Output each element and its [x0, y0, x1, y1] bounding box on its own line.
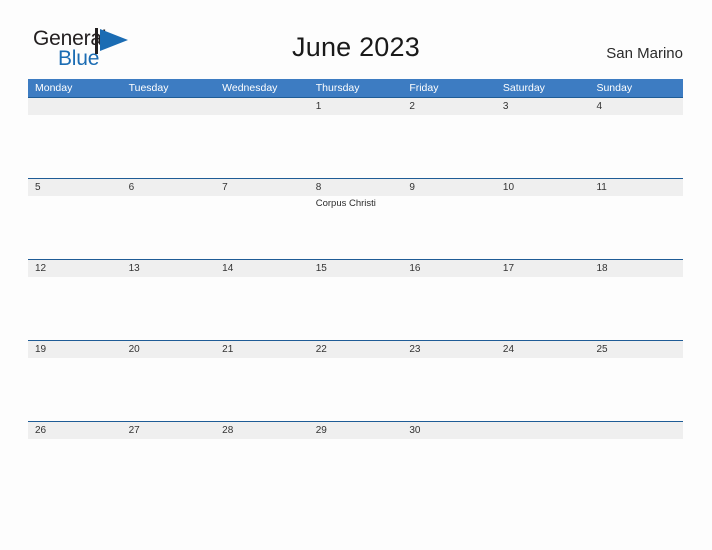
- day-cell[interactable]: [589, 196, 683, 260]
- day-cell[interactable]: [402, 115, 496, 179]
- day-number[interactable]: [122, 98, 216, 115]
- day-cell[interactable]: [309, 358, 403, 422]
- day-cell[interactable]: [589, 358, 683, 422]
- day-cell[interactable]: [28, 358, 122, 422]
- weekday-header-thursday: Thursday: [315, 82, 360, 94]
- day-cell[interactable]: [309, 115, 403, 179]
- day-cell[interactable]: [28, 277, 122, 341]
- page-title: June 2023: [292, 32, 420, 62]
- day-number-band: 5 6 7 8 9 10 11: [28, 178, 683, 196]
- day-number[interactable]: 23: [402, 341, 496, 358]
- day-number[interactable]: 28: [215, 422, 309, 439]
- day-number[interactable]: 4: [589, 98, 683, 115]
- day-cell[interactable]: [589, 115, 683, 179]
- day-number-band: 12 13 14 15 16 17 18: [28, 259, 683, 277]
- calendar-week-row: 1 2 3 4: [28, 97, 683, 179]
- weekday-header-saturday: Saturday: [502, 82, 545, 94]
- weekday-header-tuesday: Tuesday: [128, 82, 169, 94]
- day-number[interactable]: 15: [309, 260, 403, 277]
- day-number[interactable]: [215, 98, 309, 115]
- day-number[interactable]: 9: [402, 179, 496, 196]
- day-content-row: [28, 277, 683, 341]
- day-number[interactable]: 14: [215, 260, 309, 277]
- day-cell[interactable]: [496, 277, 590, 341]
- weekday-header-row: Monday Tuesday Wednesday Thursday Friday…: [28, 79, 683, 97]
- day-number[interactable]: 12: [28, 260, 122, 277]
- weekday-header-friday: Friday: [409, 82, 439, 94]
- day-number[interactable]: 10: [496, 179, 590, 196]
- day-cell[interactable]: [589, 439, 683, 503]
- day-cell[interactable]: [215, 439, 309, 503]
- day-number[interactable]: 29: [309, 422, 403, 439]
- day-cell[interactable]: [589, 277, 683, 341]
- day-cell[interactable]: [122, 277, 216, 341]
- day-number[interactable]: [28, 98, 122, 115]
- day-cell[interactable]: [402, 439, 496, 503]
- day-cell[interactable]: [28, 115, 122, 179]
- day-cell[interactable]: [28, 439, 122, 503]
- day-number-band: 1 2 3 4: [28, 97, 683, 115]
- day-cell[interactable]: [215, 115, 309, 179]
- day-cell[interactable]: [122, 358, 216, 422]
- day-number[interactable]: 22: [309, 341, 403, 358]
- day-number[interactable]: 16: [402, 260, 496, 277]
- day-cell[interactable]: [309, 439, 403, 503]
- day-number[interactable]: 6: [122, 179, 216, 196]
- day-number[interactable]: 5: [28, 179, 122, 196]
- day-content-row: [28, 439, 683, 503]
- day-number[interactable]: 24: [496, 341, 590, 358]
- day-cell[interactable]: [309, 277, 403, 341]
- day-cell[interactable]: [215, 358, 309, 422]
- day-number[interactable]: [496, 422, 590, 439]
- calendar-week-row: 19 20 21 22 23 24 25: [28, 340, 683, 422]
- page-header: General Blue June 2023 San Marino: [0, 0, 712, 69]
- day-number[interactable]: 30: [402, 422, 496, 439]
- weekday-header-sunday: Sunday: [596, 82, 633, 94]
- day-cell[interactable]: [496, 358, 590, 422]
- day-cell[interactable]: [122, 196, 216, 260]
- day-number[interactable]: 18: [589, 260, 683, 277]
- day-cell[interactable]: [402, 196, 496, 260]
- day-cell[interactable]: [215, 196, 309, 260]
- day-cell[interactable]: [402, 358, 496, 422]
- calendar-week-row: 12 13 14 15 16 17 18: [28, 259, 683, 341]
- day-number[interactable]: 20: [122, 341, 216, 358]
- calendar-week-row: 5 6 7 8 9 10 11 Corpus Christi: [28, 178, 683, 260]
- day-number[interactable]: 13: [122, 260, 216, 277]
- day-event-label: Corpus Christi: [315, 198, 376, 209]
- day-number[interactable]: 26: [28, 422, 122, 439]
- day-number[interactable]: 11: [589, 179, 683, 196]
- day-number[interactable]: 3: [496, 98, 590, 115]
- day-number[interactable]: 2: [402, 98, 496, 115]
- calendar-week-row: 26 27 28 29 30: [28, 421, 683, 503]
- day-cell[interactable]: [496, 196, 590, 260]
- day-number[interactable]: [589, 422, 683, 439]
- day-cell[interactable]: [496, 115, 590, 179]
- day-number[interactable]: 1: [309, 98, 403, 115]
- day-cell[interactable]: [122, 115, 216, 179]
- day-number[interactable]: 7: [215, 179, 309, 196]
- day-number[interactable]: 17: [496, 260, 590, 277]
- weekday-header-wednesday: Wednesday: [222, 82, 278, 94]
- weekday-header-monday: Monday: [35, 82, 73, 94]
- day-cell[interactable]: [122, 439, 216, 503]
- day-cell[interactable]: [402, 277, 496, 341]
- day-cell[interactable]: [496, 439, 590, 503]
- calendar-grid: Monday Tuesday Wednesday Thursday Friday…: [28, 79, 683, 503]
- day-number-band: 26 27 28 29 30: [28, 421, 683, 439]
- day-content-row: [28, 115, 683, 179]
- day-number[interactable]: 19: [28, 341, 122, 358]
- day-content-row: [28, 358, 683, 422]
- day-number-band: 19 20 21 22 23 24 25: [28, 340, 683, 358]
- day-cell[interactable]: [28, 196, 122, 260]
- day-content-row: Corpus Christi: [28, 196, 683, 260]
- day-cell[interactable]: Corpus Christi: [309, 196, 403, 260]
- calendar-location-label: San Marino: [606, 45, 683, 62]
- day-number[interactable]: 8: [309, 179, 403, 196]
- day-number[interactable]: 21: [215, 341, 309, 358]
- day-cell[interactable]: [215, 277, 309, 341]
- day-number[interactable]: 25: [589, 341, 683, 358]
- day-number[interactable]: 27: [122, 422, 216, 439]
